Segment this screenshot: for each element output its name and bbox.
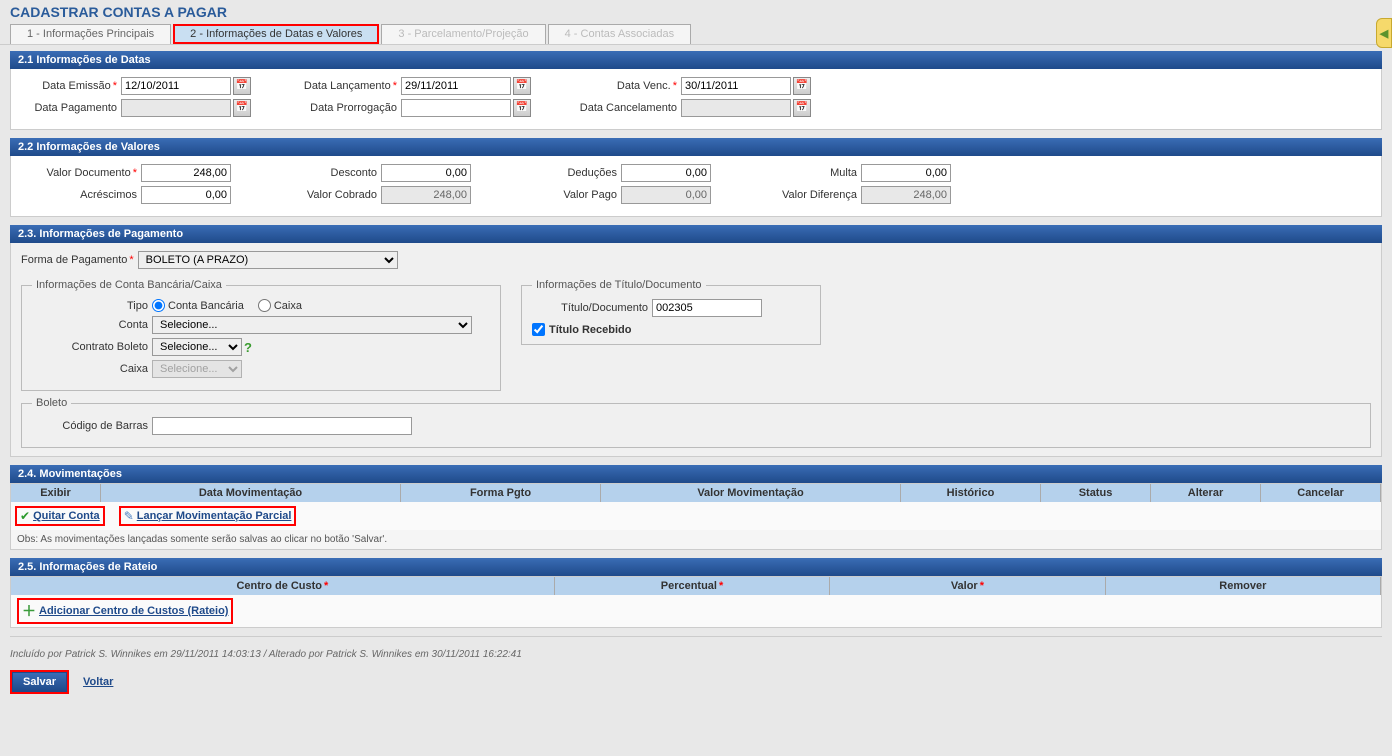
valor-cobrado-input xyxy=(381,186,471,204)
calendar-icon[interactable] xyxy=(793,77,811,95)
label-data-venc: Data Venc.* xyxy=(561,80,681,92)
caixa-select: Selecione... xyxy=(152,360,242,378)
contrato-boleto-select[interactable]: Selecione... xyxy=(152,338,242,356)
calendar-icon[interactable] xyxy=(513,77,531,95)
section-23-header: 2.3. Informações de Pagamento xyxy=(10,225,1382,243)
salvar-button[interactable]: Salvar xyxy=(12,672,67,692)
data-emissao-input[interactable] xyxy=(121,77,231,95)
check-icon: ✔ xyxy=(20,509,30,523)
tab-3-parcelamento[interactable]: 3 - Parcelamento/Projeção xyxy=(381,24,545,44)
help-icon[interactable]: ? xyxy=(244,340,252,355)
tabs: 1 - Informações Principais 2 - Informaçõ… xyxy=(0,24,1392,45)
label-contrato-boleto: Contrato Boleto xyxy=(32,341,152,353)
adicionar-centro-custos-link[interactable]: ＋Adicionar Centro de Custos (Rateio) xyxy=(17,598,233,624)
col-data-mov: Data Movimentação xyxy=(101,484,401,502)
movimentacoes-header-row: Exibir Data Movimentação Forma Pgto Valo… xyxy=(11,484,1381,502)
label-data-emissao: Data Emissão* xyxy=(21,80,121,92)
col-forma-pgto: Forma Pgto xyxy=(401,484,601,502)
tab-2-datas-valores[interactable]: 2 - Informações de Datas e Valores xyxy=(173,24,379,44)
label-data-prorrogacao: Data Prorrogação xyxy=(281,102,401,114)
acrescimos-input[interactable] xyxy=(141,186,231,204)
col-centro-custo: Centro de Custo* xyxy=(11,577,555,595)
label-acrescimos: Acréscimos xyxy=(21,189,141,201)
label-codigo-barras: Código de Barras xyxy=(32,420,152,432)
valor-documento-input[interactable] xyxy=(141,164,231,182)
col-remover: Remover xyxy=(1106,577,1381,595)
label-titulo-recebido: Título Recebido xyxy=(549,324,632,336)
label-multa: Multa xyxy=(741,167,861,179)
plus-icon: ＋ xyxy=(22,601,36,621)
tab-4-contas-associadas[interactable]: 4 - Contas Associadas xyxy=(548,24,691,44)
label-forma-pagamento: Forma de Pagamento* xyxy=(21,254,138,266)
tab-1-principais[interactable]: 1 - Informações Principais xyxy=(10,24,171,44)
label-valor-pago: Valor Pago xyxy=(501,189,621,201)
deducoes-input[interactable] xyxy=(621,164,711,182)
fieldset-titulo-documento: Informações de Título/Documento Título/D… xyxy=(521,279,821,345)
label-valor-cobrado: Valor Cobrado xyxy=(261,189,381,201)
desconto-input[interactable] xyxy=(381,164,471,182)
legend-conta-bancaria: Informações de Conta Bancária/Caixa xyxy=(32,279,226,291)
conta-select[interactable]: Selecione... xyxy=(152,316,472,334)
radio-caixa[interactable]: Caixa xyxy=(258,299,302,312)
fieldset-conta-bancaria: Informações de Conta Bancária/Caixa Tipo… xyxy=(21,279,501,391)
rateio-header-row: Centro de Custo* Percentual* Valor* Remo… xyxy=(11,577,1381,595)
section-25-header: 2.5. Informações de Rateio xyxy=(10,558,1382,576)
section-24-header: 2.4. Movimentações xyxy=(10,465,1382,483)
label-conta: Conta xyxy=(32,319,152,331)
col-cancelar: Cancelar xyxy=(1261,484,1381,502)
label-data-cancelamento: Data Cancelamento xyxy=(561,102,681,114)
legend-titulo-documento: Informações de Título/Documento xyxy=(532,279,706,291)
section-22-header: 2.2 Informações de Valores xyxy=(10,138,1382,156)
label-data-lancamento: Data Lançamento* xyxy=(281,80,401,92)
obs-movimentacoes: Obs: As movimentações lançadas somente s… xyxy=(11,530,1381,549)
data-cancelamento-input xyxy=(681,99,791,117)
label-desconto: Desconto xyxy=(261,167,381,179)
multa-input[interactable] xyxy=(861,164,951,182)
label-titulo-documento: Título/Documento xyxy=(532,302,652,314)
titulo-documento-input[interactable] xyxy=(652,299,762,317)
col-valor: Valor* xyxy=(830,577,1105,595)
col-historico: Histórico xyxy=(901,484,1041,502)
pencil-icon: ✎ xyxy=(124,509,134,523)
col-alterar: Alterar xyxy=(1151,484,1261,502)
label-caixa: Caixa xyxy=(32,363,152,375)
data-venc-input[interactable] xyxy=(681,77,791,95)
label-valor-diferenca: Valor Diferença xyxy=(741,189,861,201)
footer-audit-info: Incluído por Patrick S. Winnikes em 29/1… xyxy=(10,641,1382,670)
radio-conta-bancaria[interactable]: Conta Bancária xyxy=(152,299,244,312)
data-lancamento-input[interactable] xyxy=(401,77,511,95)
side-expand-icon[interactable]: ◀ xyxy=(1376,18,1392,48)
data-pagamento-input xyxy=(121,99,231,117)
col-exibir: Exibir xyxy=(11,484,101,502)
data-prorrogacao-input[interactable] xyxy=(401,99,511,117)
calendar-icon[interactable] xyxy=(793,99,811,117)
calendar-icon[interactable] xyxy=(233,99,251,117)
calendar-icon[interactable] xyxy=(513,99,531,117)
col-status: Status xyxy=(1041,484,1151,502)
valor-diferenca-input xyxy=(861,186,951,204)
lancar-mov-parcial-link[interactable]: ✎Lançar Movimentação Parcial xyxy=(119,506,297,526)
page-title: CADASTRAR CONTAS A PAGAR xyxy=(0,0,1392,24)
section-21-header: 2.1 Informações de Datas xyxy=(10,51,1382,69)
label-deducoes: Deduções xyxy=(501,167,621,179)
label-tipo: Tipo xyxy=(32,300,152,312)
col-valor-mov: Valor Movimentação xyxy=(601,484,901,502)
valor-pago-input xyxy=(621,186,711,204)
titulo-recebido-checkbox[interactable] xyxy=(532,323,545,336)
forma-pagamento-select[interactable]: BOLETO (A PRAZO) xyxy=(138,251,398,269)
label-data-pagamento: Data Pagamento xyxy=(21,102,121,114)
voltar-link[interactable]: Voltar xyxy=(83,676,113,688)
codigo-barras-input[interactable] xyxy=(152,417,412,435)
quitar-conta-link[interactable]: ✔Quitar Conta xyxy=(15,506,105,526)
label-valor-documento: Valor Documento* xyxy=(21,167,141,179)
calendar-icon[interactable] xyxy=(233,77,251,95)
fieldset-boleto: Boleto Código de Barras xyxy=(21,397,1371,448)
legend-boleto: Boleto xyxy=(32,397,71,409)
col-percentual: Percentual* xyxy=(555,577,830,595)
